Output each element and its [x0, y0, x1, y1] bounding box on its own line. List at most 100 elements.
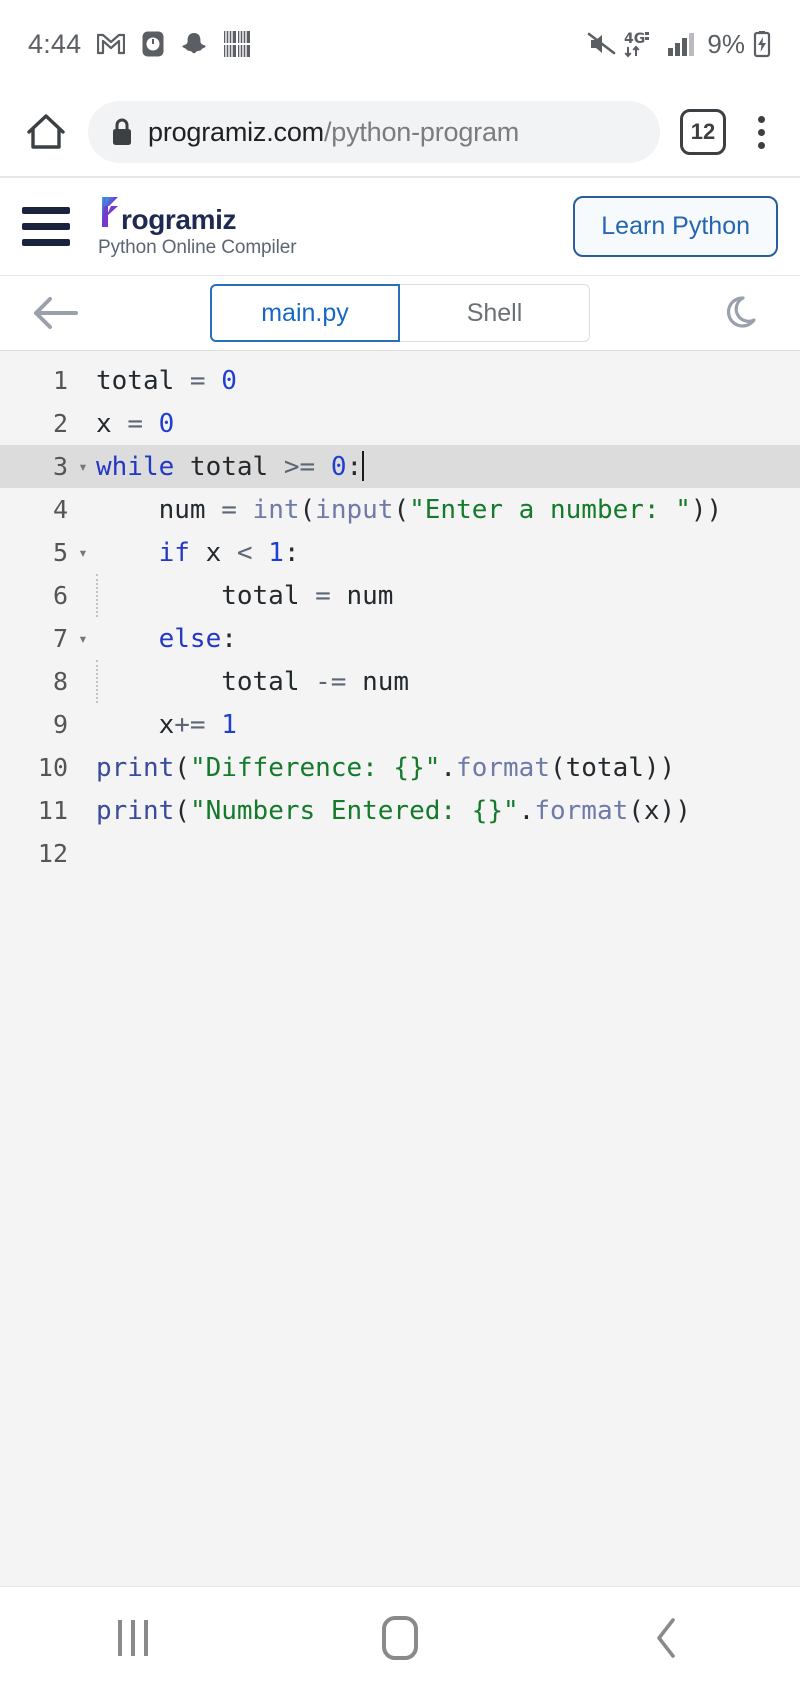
code-lines[interactable]: 1 total = 02x = 0 3 ▾ while total >= 0: 4 num…: [0, 359, 800, 875]
code-token: num: [346, 666, 410, 697]
indent-guide: [96, 660, 98, 703]
nav-home-button[interactable]: [267, 1587, 534, 1689]
code-token: 0: [330, 452, 347, 482]
fold-arrow-icon[interactable]: ▾: [72, 458, 94, 475]
code-token: =: [189, 365, 206, 396]
code-token: total: [174, 452, 284, 482]
code-token: x: [189, 537, 237, 568]
line-number: 8: [52, 667, 68, 696]
tab-group: main.py Shell: [210, 284, 590, 342]
code-line[interactable]: 9 x+= 1: [0, 703, 800, 746]
code-line[interactable]: 3 ▾ while total >= 0:: [0, 445, 800, 488]
back-button[interactable]: [26, 284, 84, 342]
code-token: "Numbers Entered: {}": [189, 795, 519, 826]
code-line[interactable]: 5 ▾ if x < 1:: [0, 531, 800, 574]
code-line[interactable]: 7 ▾ else:: [0, 617, 800, 660]
android-nav-bar: [0, 1586, 800, 1689]
programiz-logo: rogramiz: [98, 195, 573, 234]
tab-shell[interactable]: Shell: [400, 284, 590, 342]
line-number: 5: [52, 538, 68, 567]
line-number: 2: [52, 409, 68, 438]
code-text: print("Numbers Entered: {}".format(x)): [94, 796, 691, 826]
code-text: x+= 1: [94, 710, 237, 740]
kebab-dot-1: [757, 115, 765, 123]
code-token: print: [96, 752, 175, 783]
line-number: 12: [37, 839, 68, 868]
code-token: else: [158, 623, 222, 654]
code-token: 1: [268, 537, 284, 568]
theme-toggle-button[interactable]: [716, 284, 774, 342]
code-line[interactable]: 4 num = int(input("Enter a number: ")): [0, 488, 800, 531]
url-bar[interactable]: programiz.com/python-program: [88, 101, 660, 163]
text-cursor: [362, 451, 365, 481]
programiz-p-icon: [102, 196, 118, 227]
tab-count-button[interactable]: 12: [680, 109, 726, 155]
kebab-dot-2: [757, 128, 765, 136]
code-token: 0: [221, 365, 237, 396]
code-line[interactable]: 11 print("Numbers Entered: {}".format(x)): [0, 789, 800, 832]
app-icon: [224, 31, 251, 57]
tab-main-py[interactable]: main.py: [210, 284, 400, 342]
code-token: total: [96, 365, 190, 396]
code-line[interactable]: 2 x = 0: [0, 402, 800, 445]
learn-python-button[interactable]: Learn Python: [573, 196, 778, 257]
code-token: print: [96, 795, 175, 826]
indent-guide: [96, 574, 98, 617]
code-line[interactable]: 8 total -= num: [0, 660, 800, 703]
recents-bar-2: [131, 1620, 136, 1656]
code-line[interactable]: 1 total = 0: [0, 359, 800, 402]
fold-arrow-icon[interactable]: ▾: [72, 544, 94, 561]
code-text: else:: [94, 624, 237, 654]
line-number: 1: [52, 366, 68, 395]
clock-icon: [142, 31, 164, 57]
home-icon: [382, 1616, 418, 1660]
svg-text:4G: 4G: [624, 31, 645, 47]
code-token: num: [330, 580, 394, 611]
code-token: 1: [221, 709, 237, 740]
site-header: rogramiz Python Online Compiler Learn Py…: [0, 178, 800, 276]
code-token: =: [315, 580, 331, 611]
fold-arrow-icon[interactable]: ▾: [72, 630, 94, 647]
code-text: total = 0: [94, 366, 237, 396]
hamburger-menu-button[interactable]: [22, 199, 78, 255]
back-arrow-icon: [34, 297, 78, 329]
code-token: format: [534, 795, 629, 826]
line-number: 7: [52, 624, 68, 653]
file-tabs: main.py Shell: [84, 284, 716, 342]
code-token: if: [158, 537, 190, 568]
url-domain: programiz.com: [148, 116, 324, 147]
status-bar-right: 4G 9%: [587, 29, 772, 60]
code-token: :: [346, 452, 363, 482]
moon-icon: [726, 296, 756, 328]
code-token: num: [96, 494, 222, 525]
nav-recents-button[interactable]: [0, 1587, 267, 1689]
code-token: >=: [283, 452, 316, 482]
code-token: x: [96, 408, 128, 439]
code-token: "Enter a number: ": [409, 494, 691, 525]
nav-back-button[interactable]: [533, 1587, 800, 1689]
code-text: x = 0: [94, 409, 174, 439]
status-bar-left: 4:44: [28, 29, 251, 60]
line-number: 11: [37, 796, 68, 825]
code-token: (: [174, 752, 190, 783]
home-button[interactable]: [14, 100, 78, 164]
code-line[interactable]: 10 print("Difference: {}".format(total)): [0, 746, 800, 789]
back-icon: [656, 1618, 675, 1658]
brand-subtitle: Python Online Compiler: [98, 236, 297, 258]
code-token: (: [393, 494, 410, 525]
hamburger-bar-1: [22, 207, 70, 214]
code-editor[interactable]: 1 total = 02x = 0 3 ▾ while total >= 0: 4 num…: [0, 350, 800, 1586]
brand-block[interactable]: rogramiz Python Online Compiler: [98, 195, 573, 259]
code-token: =: [221, 494, 237, 525]
browser-menu-button[interactable]: [736, 103, 786, 161]
code-token: input: [315, 494, 394, 525]
code-token: <: [236, 537, 253, 568]
code-line[interactable]: 6 total = num: [0, 574, 800, 617]
code-line[interactable]: 12: [0, 832, 800, 875]
code-token: .: [518, 795, 535, 826]
code-token: :: [221, 623, 237, 654]
